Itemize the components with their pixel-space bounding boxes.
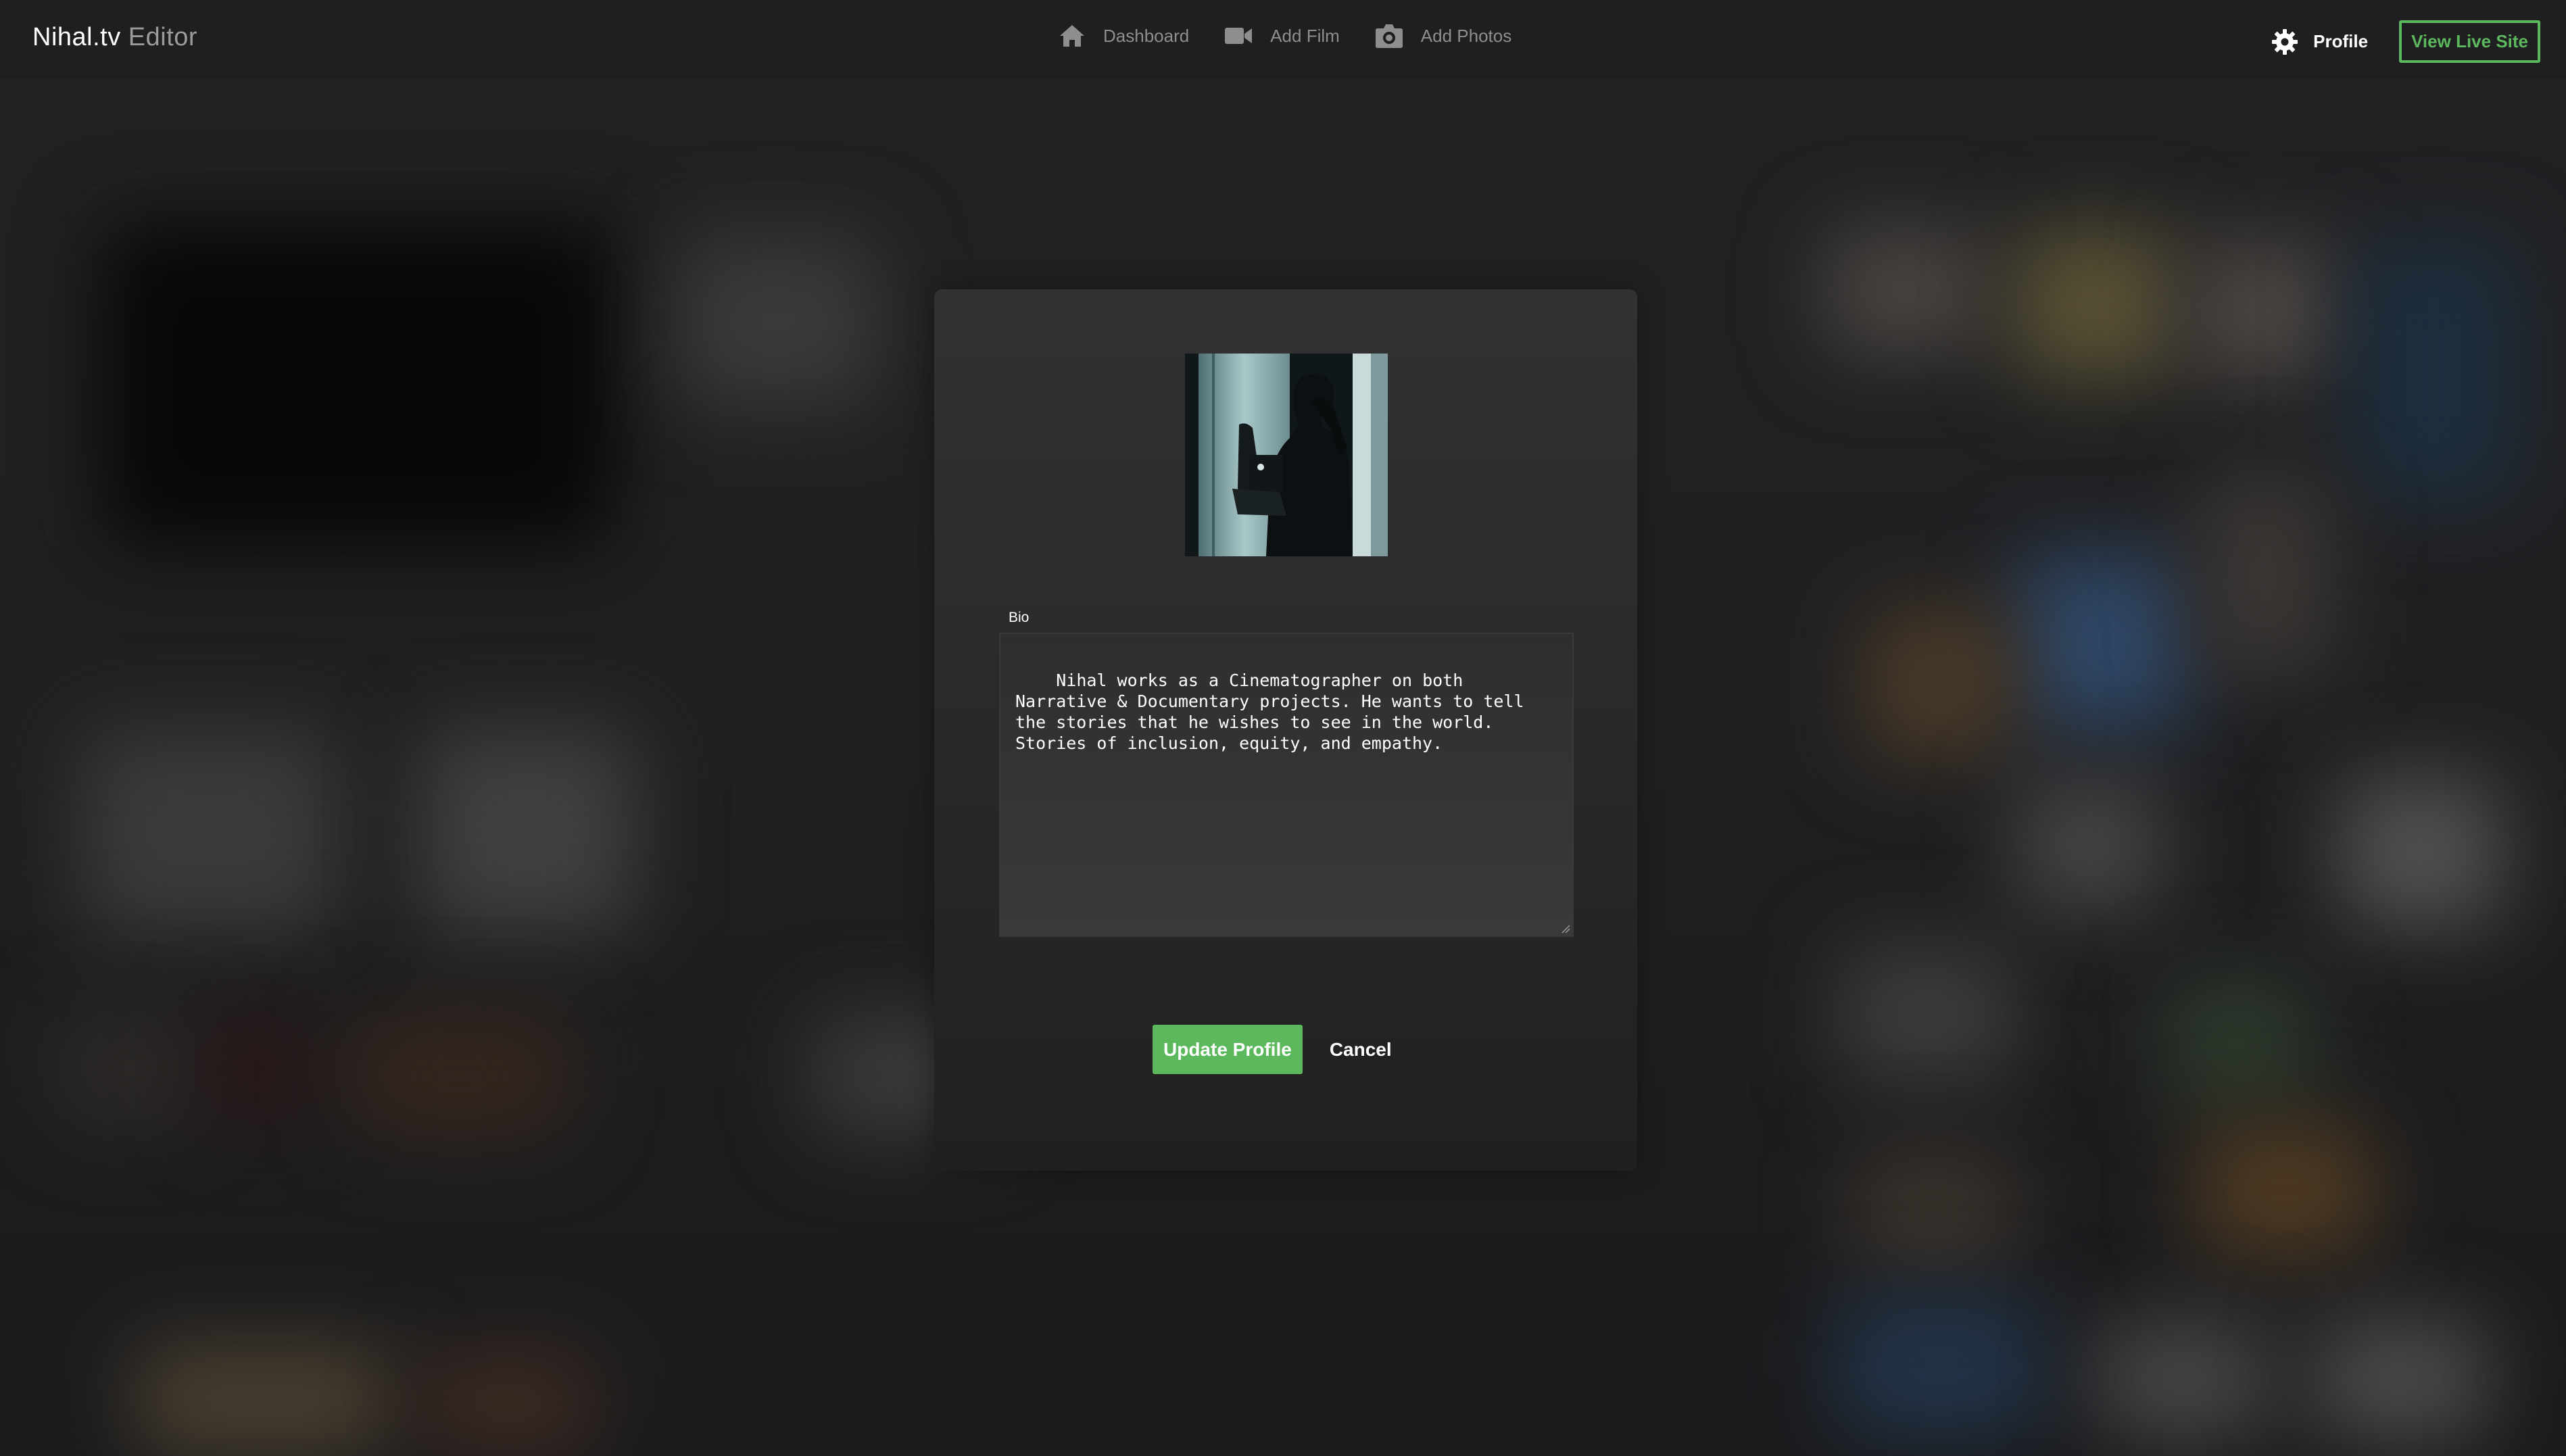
home-icon [1060,25,1084,47]
profile-label: Profile [2313,31,2369,51]
bio-textarea[interactable]: Nihal works as a Cinematographer on both… [999,633,1574,937]
update-profile-button[interactable]: Update Profile [1153,1025,1303,1074]
brand-name: Nihal.tv [32,23,121,51]
nav-link-add-photos[interactable]: Add Photos [1375,23,1511,49]
profile-edit-modal: Bio Nihal works as a Cinematographer on … [934,289,1637,1171]
video-camera-icon [1225,28,1253,44]
resize-grip-icon[interactable] [1561,924,1570,933]
view-live-site-button[interactable]: View Live Site [2399,20,2540,63]
bio-label: Bio [1009,610,1030,625]
modal-actions: Update Profile Cancel [1153,1025,1392,1074]
bio-text: Nihal works as a Cinematographer on both… [1015,671,1534,753]
nav-links: Dashboard Add Film Add Photos [1059,23,1511,49]
nav-link-label: Add Photos [1420,25,1512,46]
nav-link-profile[interactable]: Profile [2271,28,2368,55]
brand-suffix: Editor [128,23,198,51]
gear-icon [2272,28,2298,55]
nav-link-dashboard[interactable]: Dashboard [1059,24,1189,48]
cancel-button[interactable]: Cancel [1330,1039,1392,1061]
camera-icon [1375,24,1403,48]
avatar-photo [1185,354,1388,556]
profile-avatar[interactable] [1185,354,1388,556]
nav-link-label: Add Film [1270,25,1340,46]
top-nav: Nihal.tv Editor Dashboard Add Film Add P… [0,0,2566,80]
nav-right: Profile View Live Site [2271,20,2540,63]
brand-logo[interactable]: Nihal.tv Editor [32,23,197,52]
nav-link-add-film[interactable]: Add Film [1224,26,1340,47]
nav-link-label: Dashboard [1103,25,1190,46]
